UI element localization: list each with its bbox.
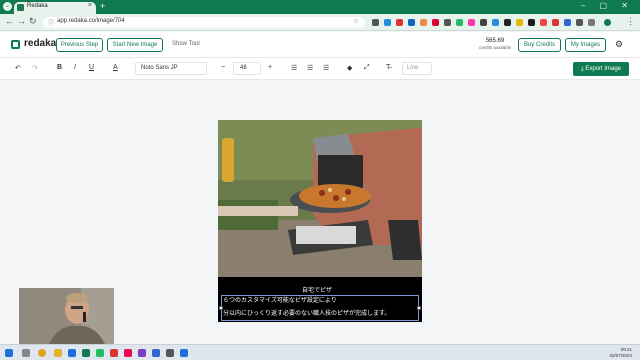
align-right-icon[interactable]: ☰ [323,64,329,72]
underline-button[interactable]: U [89,64,94,71]
extensions-menu-icon[interactable] [588,19,595,26]
taskbar-app-icon[interactable] [38,349,46,357]
back-icon[interactable]: ← [5,16,14,26]
taskbar-app-icon[interactable] [124,349,132,357]
taskbar-app-icon[interactable] [82,349,90,357]
undo-icon[interactable]: ↶ [15,64,21,72]
editor-toolbar: ↶ ↷ B I U A Noto Sans JP − 48 + ☰ ☰ ☰ ◆ … [0,58,640,80]
redo-icon[interactable]: ↷ [32,64,38,72]
new-tab-button[interactable]: + [100,1,105,11]
extension-icon[interactable] [576,19,583,26]
app-logo[interactable]: redaka [24,38,56,49]
app-header: redaka Previous Step Start New Image Sho… [0,32,640,58]
italic-button[interactable]: I [74,64,76,71]
extension-icon[interactable] [372,19,379,26]
redaka-favicon-icon [17,4,24,11]
credits-label: credits available [478,45,512,50]
line-height-input[interactable]: Line [402,62,432,75]
extension-icon[interactable] [492,19,499,26]
resize-icon[interactable]: ⤢ [364,64,370,72]
caption-area: 自宅でピザ ６つのカスタマイズ可能なピザ設定により 分以内にひっくり返す必要のな… [218,277,422,322]
extension-icon[interactable] [420,19,427,26]
extension-icon[interactable] [564,19,571,26]
redaka-logo-icon [11,40,20,49]
taskbar-app-icon[interactable] [166,349,174,357]
increase-size-button[interactable]: + [268,64,272,71]
previous-step-button[interactable]: Previous Step [56,38,103,52]
extension-icon[interactable] [504,19,511,26]
taskbar-app-icon[interactable] [68,349,76,357]
font-size-input[interactable]: 48 [233,62,261,75]
taskbar-app-icon[interactable] [180,349,188,357]
webcam-overlay [19,288,114,344]
address-bar[interactable]: ⓘ app.redaka.co/image/704 ☆ [43,17,365,28]
site-info-icon[interactable]: ⓘ [48,18,54,27]
start-icon[interactable] [5,349,13,357]
decrease-size-button[interactable]: − [221,64,225,71]
buy-credits-button[interactable]: Buy Credits [518,38,561,52]
my-images-button[interactable]: My Images [565,38,606,52]
extension-icon[interactable] [396,19,403,26]
tab-search-icon[interactable]: ⌄ [3,2,12,11]
taskbar-app-icon[interactable] [152,349,160,357]
browser-tab-strip: ⌄ Redaka × + – ▢ ✕ [0,0,640,14]
extension-icon[interactable] [468,19,475,26]
show-tour-link[interactable]: Show Tour [172,41,200,47]
url-text: app.redaka.co/image/704 [57,18,125,24]
extension-icon[interactable] [384,19,391,26]
reload-icon[interactable]: ↻ [29,16,37,27]
align-center-icon[interactable]: ☰ [307,64,313,72]
extension-icon[interactable] [480,19,487,26]
text-color-button[interactable]: A [113,64,118,71]
taskbar-app-icon[interactable] [110,349,118,357]
settings-gear-icon[interactable]: ⚙ [615,39,623,50]
extension-icon[interactable] [540,19,547,26]
start-new-image-button[interactable]: Start New Image [107,38,163,52]
export-image-button[interactable]: ⤓ Export Image [573,62,629,76]
taskbar-app-icon[interactable] [22,349,30,357]
align-left-icon[interactable]: ☰ [291,64,297,72]
fill-color-icon[interactable]: ◆ [347,64,352,72]
bookmark-star-icon[interactable]: ☆ [353,17,359,25]
extension-icon[interactable] [516,19,523,26]
caption-title[interactable]: 自宅でピザ [302,285,332,294]
bold-button[interactable]: B [57,64,62,71]
extension-icon[interactable] [528,19,535,26]
pizza-oven-photo [218,120,422,277]
system-clock[interactable]: 09:21 02/07/2024 [609,347,632,359]
extension-icon[interactable] [444,19,451,26]
clock-date: 02/07/2024 [609,353,632,358]
extension-icon[interactable] [456,19,463,26]
taskbar-app-icon[interactable] [138,349,146,357]
os-taskbar: 09:21 02/07/2024 [0,344,640,360]
extension-icon[interactable] [432,19,439,26]
resize-handle[interactable] [219,306,223,310]
window-controls[interactable]: – ▢ ✕ [581,1,634,10]
tab-title: Redaka [27,3,48,9]
browser-toolbar: ← → ↻ ⓘ app.redaka.co/image/704 ☆ ⋮ [0,14,640,31]
text-selection-box[interactable] [219,295,421,321]
extension-icon[interactable] [552,19,559,26]
credits-value: 565.69 [485,38,505,44]
tab-close-icon[interactable]: × [88,2,92,9]
browser-menu-icon[interactable]: ⋮ [626,16,635,27]
taskbar-app-icon[interactable] [54,349,62,357]
font-family-select[interactable]: Noto Sans JP [135,62,207,75]
profile-avatar[interactable] [604,19,611,26]
presenter-video [19,288,114,344]
taskbar-app-icon[interactable] [96,349,104,357]
export-label: Export Image [585,66,621,72]
browser-tab[interactable]: Redaka × [14,2,96,14]
extension-icon[interactable] [408,19,415,26]
clear-format-icon[interactable]: T̶ [386,64,390,71]
forward-icon[interactable]: → [17,16,26,26]
resize-handle[interactable] [417,306,421,310]
